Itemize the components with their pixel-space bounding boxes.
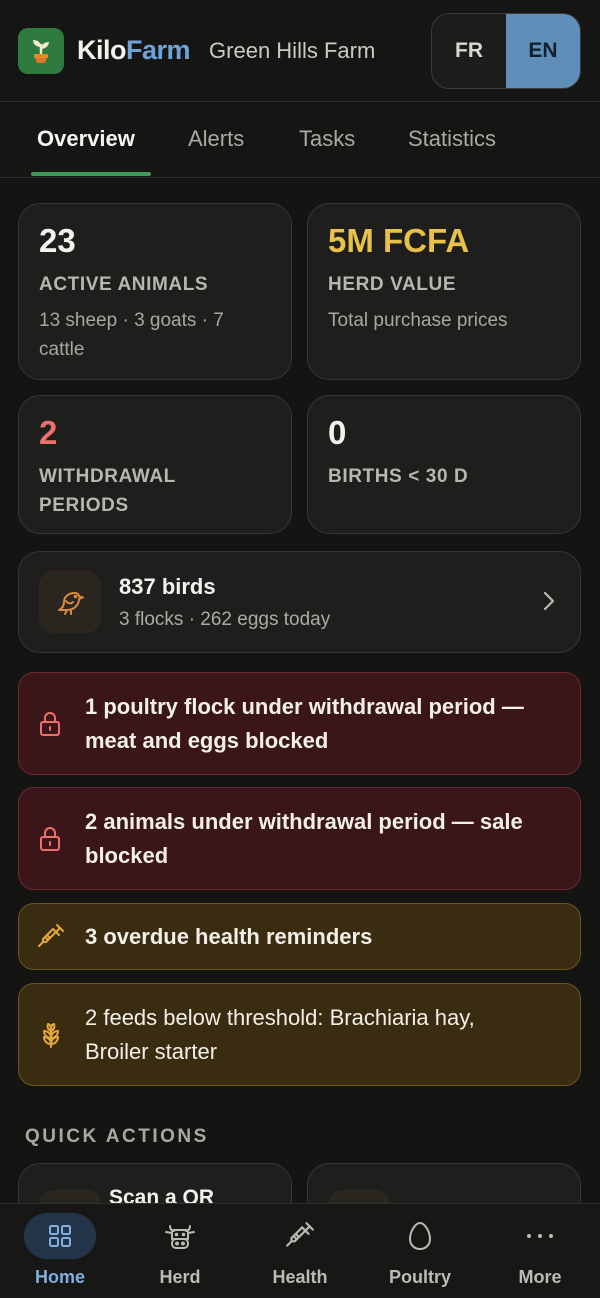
tab-alerts[interactable]: Alerts	[188, 126, 244, 152]
quick-actions-title: QUICK ACTIONS	[25, 1126, 209, 1147]
alert-text-line: 2 feeds below threshold: Brachiaria hay,	[85, 1004, 475, 1030]
alert-text: 1 poultry flock under withdrawal period …	[85, 690, 524, 758]
tab-statistics[interactable]: Statistics	[408, 126, 496, 152]
stat-sub: 13 sheep · 3 goats · 7 cattle	[39, 306, 224, 364]
stat-label: WITHDRAWAL PERIODS	[39, 462, 176, 520]
stat-card-herd-value[interactable]: 5M FCFA HERD VALUE Total purchase prices	[307, 203, 581, 380]
nav-label: Poultry	[388, 1267, 451, 1287]
nav-label: More	[518, 1267, 562, 1287]
alert-text-line: meat and eggs blocked	[85, 727, 329, 753]
stat-label: BIRTHS < 30 D	[328, 466, 469, 487]
birds-summary-card[interactable]: 837 birds 3 flocks · 262 eggs today	[18, 551, 581, 653]
birds-title: 837 birds	[119, 574, 216, 599]
nav-health[interactable]: Health	[240, 1204, 360, 1298]
stat-card-withdrawal-periods[interactable]: 2 WITHDRAWAL PERIODS	[18, 395, 292, 534]
bird-icon	[39, 571, 101, 633]
alert-animals-withdrawal[interactable]: 2 animals under withdrawal period — sale…	[18, 787, 581, 890]
stat-label: HERD VALUE	[328, 274, 457, 295]
stat-sub: Total purchase prices	[328, 310, 508, 331]
alert-text-line: 1 poultry flock under withdrawal period …	[85, 693, 524, 719]
active-tab-indicator	[31, 172, 151, 176]
more-icon	[516, 1213, 564, 1259]
chevron-right-icon	[542, 590, 556, 617]
lock-icon	[37, 711, 71, 737]
language-switch: FR EN	[431, 13, 581, 89]
grid-icon	[36, 1213, 84, 1259]
lock-icon	[37, 826, 71, 852]
alert-text-line: 2 animals under withdrawal period — sale	[85, 808, 523, 834]
stat-value: 0	[328, 414, 347, 451]
wheat-icon	[37, 1021, 71, 1049]
alert-text: 3 overdue health reminders	[85, 923, 373, 949]
nav-more[interactable]: More	[480, 1204, 600, 1298]
alert-overdue-health[interactable]: 3 overdue health reminders	[18, 903, 581, 970]
stat-label-line: PERIODS	[39, 495, 129, 516]
nav-home[interactable]: Home	[0, 1204, 120, 1298]
alert-poultry-withdrawal[interactable]: 1 poultry flock under withdrawal period …	[18, 672, 581, 775]
stat-value: 23	[39, 222, 76, 259]
sprout-logo-icon	[18, 27, 64, 74]
alert-text: 2 animals under withdrawal period — sale…	[85, 805, 523, 873]
syringe-icon	[37, 923, 71, 951]
tab-bar: Overview Alerts Tasks Statistics	[0, 102, 600, 178]
stat-card-births[interactable]: 0 BIRTHS < 30 D	[307, 395, 581, 534]
nav-label: Health	[272, 1267, 328, 1287]
nav-label: Home	[34, 1267, 85, 1287]
stat-sub-line: cattle	[39, 339, 85, 360]
stat-card-active-animals[interactable]: 23 ACTIVE ANIMALS 13 sheep · 3 goats · 7…	[18, 203, 292, 380]
alert-text-line: Broiler starter	[85, 1038, 218, 1064]
birds-subtitle: 3 flocks · 262 eggs today	[119, 609, 331, 630]
stat-label: ACTIVE ANIMALS	[39, 274, 209, 295]
app-brand: KiloFarm	[77, 35, 191, 66]
nav-label: Herd	[159, 1267, 201, 1287]
stat-label-line: WITHDRAWAL	[39, 466, 176, 487]
nav-poultry[interactable]: Poultry	[360, 1204, 480, 1298]
cow-icon	[156, 1213, 204, 1259]
stat-sub-line: 13 sheep · 3 goats · 7	[39, 310, 224, 331]
stat-value: 2	[39, 414, 58, 451]
stat-value: 5M FCFA	[328, 222, 470, 259]
tab-overview[interactable]: Overview	[37, 126, 135, 152]
bottom-navigation: Home Herd Health Poultry More	[0, 1203, 600, 1298]
tab-tasks[interactable]: Tasks	[299, 126, 355, 152]
syringe-icon	[276, 1213, 324, 1259]
lang-fr-button[interactable]: FR	[432, 14, 506, 88]
alert-feed-threshold[interactable]: 2 feeds below threshold: Brachiaria hay,…	[18, 983, 581, 1086]
brand-kilo: Kilo	[77, 35, 127, 65]
egg-icon	[396, 1213, 444, 1259]
lang-en-button[interactable]: EN	[506, 14, 580, 88]
app-header: KiloFarm Green Hills Farm FR EN	[0, 0, 600, 102]
alert-text-line: blocked	[85, 842, 169, 868]
brand-farm: Farm	[126, 35, 191, 65]
nav-herd[interactable]: Herd	[120, 1204, 240, 1298]
farm-name: Green Hills Farm	[209, 37, 376, 63]
alert-text: 2 feeds below threshold: Brachiaria hay,…	[85, 1001, 475, 1069]
